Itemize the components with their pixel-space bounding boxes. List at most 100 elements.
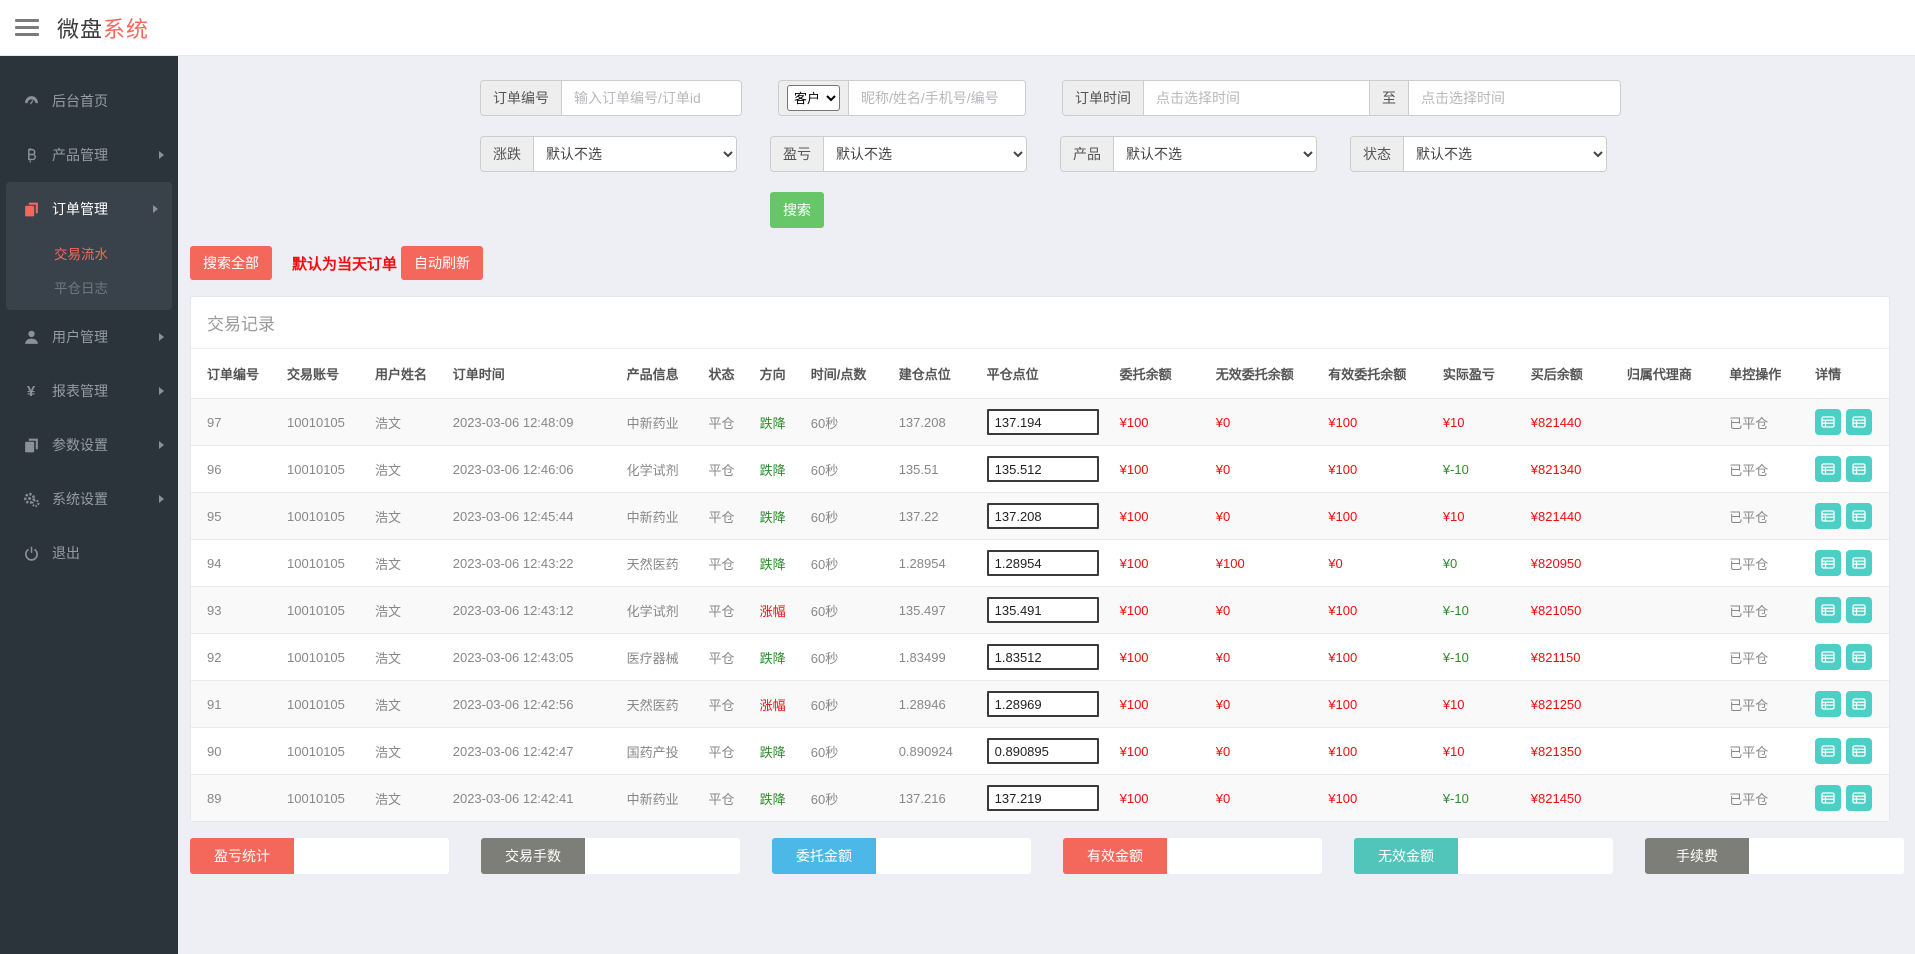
close-point-input[interactable]	[987, 785, 1099, 811]
detail-button[interactable]	[1815, 456, 1841, 482]
sidebar-item-label: 参数设置	[52, 435, 159, 455]
sidebar-item-后台首页[interactable]: 后台首页	[0, 74, 178, 128]
sidebar-item-参数设置[interactable]: 参数设置	[0, 418, 178, 472]
sidebar-subitem-平仓日志[interactable]: 平仓日志	[6, 270, 172, 304]
detail-button[interactable]	[1846, 550, 1872, 576]
stat-label: 无效金额	[1354, 838, 1458, 874]
valid-entrust-balance: ¥100	[1324, 399, 1439, 446]
duration: 60秒	[807, 587, 895, 634]
detail-button[interactable]	[1815, 691, 1841, 717]
duration: 60秒	[807, 540, 895, 587]
sidebar-item-退出[interactable]: 退出	[0, 526, 178, 580]
close-point-input[interactable]	[987, 503, 1099, 529]
column-header: 委托余额	[1116, 349, 1212, 399]
actual-pl: ¥0	[1439, 540, 1527, 587]
filter-group-产品: 产品默认不选	[1060, 136, 1317, 172]
close-point-input[interactable]	[987, 691, 1099, 717]
filter-label: 产品	[1061, 137, 1114, 171]
table-row: 9710010105浩文2023-03-06 12:48:09中新药业平仓跌降6…	[191, 399, 1889, 446]
hamburger-menu-icon[interactable]	[15, 15, 39, 40]
agent	[1623, 493, 1725, 540]
detail-button[interactable]	[1846, 644, 1872, 670]
chevron-right-icon	[159, 333, 164, 341]
direction: 跌降	[756, 634, 807, 681]
search-button[interactable]: 搜索	[770, 192, 824, 228]
agent	[1623, 540, 1725, 587]
detail-button[interactable]	[1815, 785, 1841, 811]
detail-button[interactable]	[1846, 691, 1872, 717]
close-point-input	[983, 681, 1116, 728]
user-name: 浩文	[371, 540, 449, 587]
filter-form: 订单编号 客户 订单时间 至 涨跌默认不选盈亏默认不选产品默认不选状态默认不选	[480, 80, 1890, 228]
detail-button[interactable]	[1846, 785, 1872, 811]
stat-label: 委托金额	[772, 838, 876, 874]
app-title: 微盘系统	[57, 12, 149, 44]
open-point: 0.890924	[895, 728, 983, 775]
close-point-input[interactable]	[987, 409, 1099, 435]
invalid-entrust-balance: ¥0	[1212, 399, 1325, 446]
sidebar-item-报表管理[interactable]: ¥报表管理	[0, 364, 178, 418]
account: 10010105	[283, 493, 371, 540]
control-status: 已平仓	[1725, 775, 1811, 822]
detail-button[interactable]	[1846, 738, 1872, 764]
sidebar-subitem-交易流水[interactable]: 交易流水	[6, 236, 172, 270]
status: 平仓	[704, 634, 755, 681]
detail-button[interactable]	[1846, 503, 1872, 529]
order-id: 91	[191, 681, 283, 728]
detail-button[interactable]	[1846, 456, 1872, 482]
detail-button[interactable]	[1815, 597, 1841, 623]
order-id: 89	[191, 775, 283, 822]
actual-pl: ¥-10	[1439, 634, 1527, 681]
time-to-input[interactable]	[1409, 81, 1620, 115]
detail-button[interactable]	[1815, 738, 1841, 764]
detail-button[interactable]	[1815, 644, 1841, 670]
sidebar-item-订单管理[interactable]: 订单管理	[6, 182, 172, 236]
filter-select-盈亏[interactable]: 默认不选	[824, 137, 1026, 171]
invalid-entrust-balance: ¥0	[1212, 775, 1325, 822]
open-point: 137.216	[895, 775, 983, 822]
filter-label: 盈亏	[771, 137, 824, 171]
close-point-input[interactable]	[987, 456, 1099, 482]
sidebar-group: 后台首页	[0, 74, 178, 128]
close-point-input[interactable]	[987, 597, 1099, 623]
order-time: 2023-03-06 12:42:56	[449, 681, 623, 728]
after-balance: ¥821150	[1527, 634, 1623, 681]
close-point-input	[983, 634, 1116, 681]
duration: 60秒	[807, 446, 895, 493]
order-time: 2023-03-06 12:46:06	[449, 446, 623, 493]
detail-button[interactable]	[1815, 550, 1841, 576]
order-time: 2023-03-06 12:43:22	[449, 540, 623, 587]
filter-select-产品[interactable]: 默认不选	[1114, 137, 1316, 171]
customer-input[interactable]	[849, 81, 1025, 115]
detail-buttons	[1811, 587, 1889, 634]
detail-button[interactable]	[1815, 503, 1841, 529]
close-point-input[interactable]	[987, 550, 1099, 576]
actual-pl: ¥10	[1439, 728, 1527, 775]
sidebar-item-用户管理[interactable]: 用户管理	[0, 310, 178, 364]
control-status: 已平仓	[1725, 728, 1811, 775]
detail-button[interactable]	[1815, 409, 1841, 435]
chevron-right-icon	[159, 387, 164, 395]
valid-entrust-balance: ¥100	[1324, 681, 1439, 728]
column-header: 用户姓名	[371, 349, 449, 399]
sidebar-item-系统设置[interactable]: 系统设置	[0, 472, 178, 526]
product: 中新药业	[623, 775, 705, 822]
user-name: 浩文	[371, 587, 449, 634]
order-no-input[interactable]	[562, 81, 741, 115]
column-header: 买后余额	[1527, 349, 1623, 399]
actual-pl: ¥-10	[1439, 775, 1527, 822]
column-header: 有效委托余额	[1324, 349, 1439, 399]
time-from-input[interactable]	[1144, 81, 1369, 115]
detail-button[interactable]	[1846, 409, 1872, 435]
control-status: 已平仓	[1725, 540, 1811, 587]
detail-button[interactable]	[1846, 597, 1872, 623]
close-point-input[interactable]	[987, 644, 1099, 670]
filter-select-状态[interactable]: 默认不选	[1404, 137, 1606, 171]
chevron-right-icon	[153, 205, 158, 213]
sidebar-item-产品管理[interactable]: 产品管理	[0, 128, 178, 182]
search-all-button[interactable]: 搜索全部	[190, 246, 272, 280]
filter-select-涨跌[interactable]: 默认不选	[534, 137, 736, 171]
close-point-input[interactable]	[987, 738, 1099, 764]
auto-refresh-button[interactable]: 自动刷新	[401, 246, 483, 280]
customer-select[interactable]: 客户	[787, 85, 840, 111]
